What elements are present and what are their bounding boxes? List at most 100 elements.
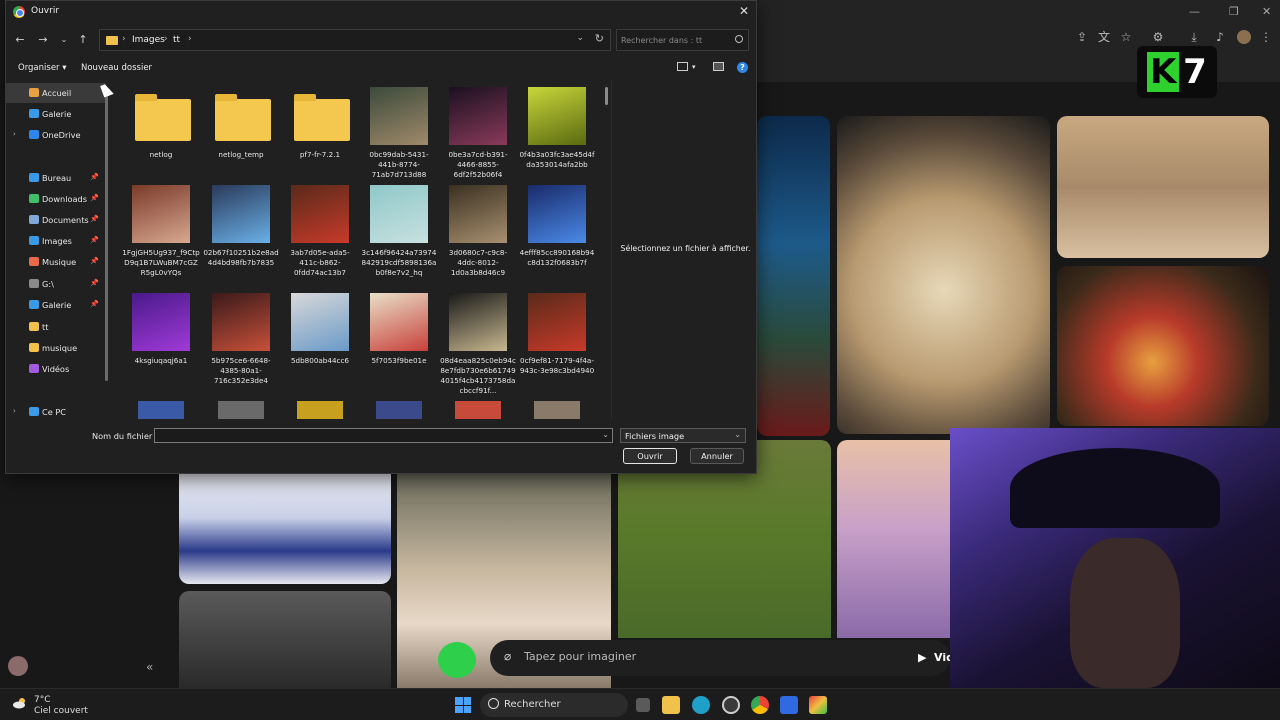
nav-item-ce-pc[interactable]: › Ce PC [6,402,106,419]
image-file-item[interactable]: 5db800ab44cc6 [281,289,359,389]
filename-input[interactable]: ⌄ [154,428,613,443]
nav-item-bureau[interactable]: Bureau 📌 [6,168,106,188]
profile-avatar[interactable] [1237,30,1251,44]
filetype-select[interactable]: Fichiers image ⌄ [620,428,746,443]
close-icon[interactable]: ✕ [736,3,752,19]
preview-pane-icon[interactable] [713,62,724,71]
nav-item-onedrive[interactable]: › OneDrive [6,125,106,145]
image-file-item[interactable]: 5f7053f9be01e [360,289,438,389]
gallery-image-pancakes[interactable] [1057,266,1269,426]
start-button[interactable] [455,697,471,713]
window-close-icon[interactable]: ✕ [1262,5,1271,18]
partial-thumbnail[interactable] [218,401,264,419]
partial-thumbnail[interactable] [534,401,580,419]
gallery-image-kitten[interactable] [837,116,1050,434]
address-bar[interactable]: › Images › tt › ⌄ ↻ [99,29,611,51]
view-dropdown-icon[interactable]: ▾ [692,63,696,71]
new-folder-button[interactable]: Nouveau dossier [81,63,152,73]
partial-thumbnail[interactable] [376,401,422,419]
image-file-item[interactable]: 1FgjGH5Ug937_f9CtpD9q1B7LWuBM7cGZR5gL0vY… [122,181,200,281]
forward-arrow-icon[interactable]: → [36,33,50,47]
media-icon[interactable]: ♪ [1213,30,1227,44]
bookmark-star-icon[interactable]: ☆ [1119,30,1133,44]
nav-item-musique[interactable]: Musique 📌 [6,252,106,272]
search-input[interactable] [621,33,731,47]
nav-scrollbar[interactable] [105,81,109,411]
prompt-input[interactable]: Tapez pour imaginer [524,650,636,663]
nav-item-galerie[interactable]: Galerie 📌 [6,295,106,315]
app-icon[interactable] [780,696,798,714]
expand-chevron-icon[interactable]: › [13,407,16,415]
extension-icon[interactable]: ⚙ [1151,30,1165,44]
files-scrollbar[interactable] [605,87,608,105]
image-file-item[interactable]: 3c146f96424a73974842919cdf5898136ab0f8e7… [360,181,438,281]
nav-item-images[interactable]: Images 📌 [6,231,106,251]
nav-item-g[interactable]: G:\ 📌 [6,274,106,294]
help-icon[interactable]: ? [737,62,748,73]
partial-thumbnail[interactable] [297,401,343,419]
view-mode-icon[interactable] [677,62,688,71]
chevron-down-icon[interactable]: ⌄ [602,430,609,439]
up-arrow-icon[interactable]: ↑ [76,33,90,47]
floating-app-icon[interactable] [438,642,476,678]
gallery-image-dark[interactable] [179,591,391,688]
image-file-item[interactable]: 0cf9ef81-7179-4f4a-943c-3e98c3bd4940 [518,289,596,389]
search-box[interactable] [616,29,749,51]
attach-icon[interactable]: ⌀ [504,649,511,663]
download-icon[interactable]: ⤓ [1187,30,1201,44]
document-icon [29,215,39,224]
image-file-item[interactable]: 3d0680c7-c9c8-4ddc-8012-1d0a3b8d46c9 [439,181,517,281]
app-icon-2[interactable] [809,696,827,714]
cancel-button[interactable]: Annuler [690,448,744,464]
expand-chevron-icon[interactable]: › [13,130,16,138]
image-file-item[interactable]: 4efff85cc890168b94c8d132f0683b7f [518,181,596,281]
image-file-item[interactable]: 08d4eaa825c0eb94c8e7fdb730e6b617494015f4… [439,289,517,395]
nav-item-tt[interactable]: tt [6,317,106,337]
image-file-item[interactable]: 4ksgiuqaqj6a1 [122,289,200,389]
gallery-image-fresco[interactable] [1057,116,1269,258]
gallery-image-palm[interactable] [757,116,830,436]
nav-item-accueil[interactable]: Accueil [6,83,106,103]
folder-item[interactable]: pf7-fr-7.2.1 [281,83,359,183]
nav-item-galerie[interactable]: Galerie [6,104,106,124]
nav-item-documents[interactable]: Documents 📌 [6,210,106,230]
minimize-icon[interactable]: — [1189,5,1200,18]
organize-button[interactable]: Organiser ▾ [18,63,67,73]
task-view-icon[interactable] [636,698,650,712]
image-file-item[interactable]: 0f4b3a03fc3ae45d4fda353014afa2bb [518,83,596,183]
image-file-item[interactable]: 0be3a7cd-b391-4466-8855-6df2f52b06f4 [439,83,517,183]
user-avatar[interactable] [8,656,28,676]
breadcrumb-images[interactable]: Images [132,35,165,45]
taskbar-search[interactable]: Rechercher [480,693,628,717]
back-arrow-icon[interactable]: ← [13,33,27,47]
translate-icon[interactable]: 文 [1097,30,1111,44]
prompt-bar[interactable]: ⌀ Tapez pour imaginer [490,640,950,676]
refresh-icon[interactable]: ↻ [595,32,604,45]
image-file-item[interactable]: 0bc99dab-5431-441b-8774-71ab7d713d88 [360,83,438,183]
image-file-item[interactable]: 02b67f10251b2e8ad4d4bd98fb7b7835 [202,181,280,281]
partial-thumbnail[interactable] [455,401,501,419]
music-icon [29,257,39,266]
breadcrumb-tt[interactable]: tt [173,35,180,45]
image-file-item[interactable]: 3ab7d05e-ada5-411c-b862-0fdd74ac13b7 [281,181,359,281]
gallery-image-costume[interactable] [179,474,391,584]
install-icon[interactable]: ⇪ [1075,30,1089,44]
nav-item-vid-os[interactable]: Vidéos [6,359,106,379]
settings-icon[interactable] [722,696,740,714]
partial-thumbnail[interactable] [138,401,184,419]
address-dropdown-icon[interactable]: ⌄ [576,33,584,43]
nav-item-musique[interactable]: musique [6,338,106,358]
folder-item[interactable]: netlog_temp [202,83,280,183]
nav-item-downloads[interactable]: Downloads 📌 [6,189,106,209]
folder-item[interactable]: netlog [122,83,200,183]
maximize-icon[interactable]: ❐ [1229,5,1239,18]
file-explorer-icon[interactable] [662,696,680,714]
collapse-sidebar-icon[interactable]: « [146,660,153,674]
image-file-item[interactable]: 5b975ce6-6648-4385-80a1-716c352e3de4 [202,289,280,389]
open-button[interactable]: Ouvrir [623,448,677,464]
gallery-image-castle[interactable] [837,440,950,638]
menu-icon[interactable]: ⋮ [1259,30,1273,44]
edge-icon[interactable] [692,696,710,714]
chrome-icon[interactable] [751,696,769,714]
recent-chevron-icon[interactable]: ⌄ [57,33,71,47]
